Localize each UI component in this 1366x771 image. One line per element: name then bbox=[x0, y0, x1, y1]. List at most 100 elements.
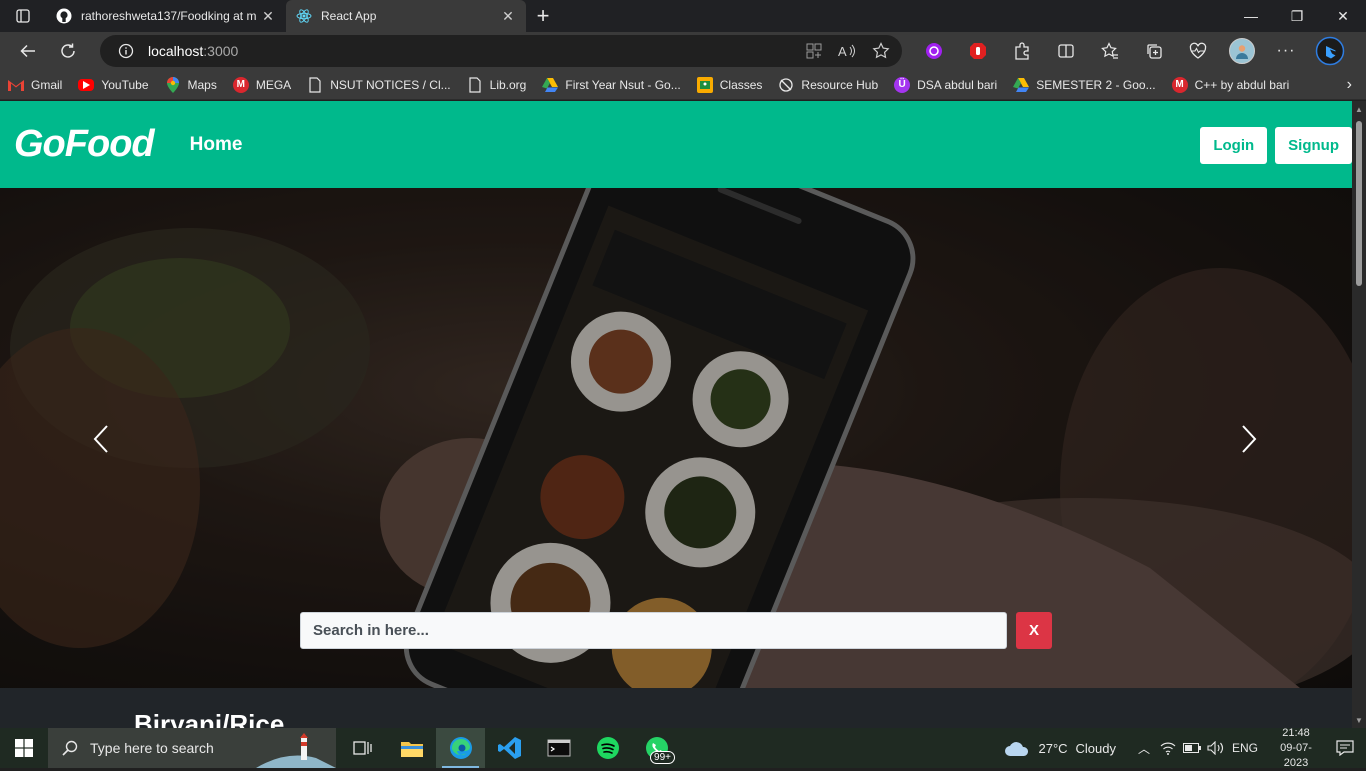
edge-icon bbox=[449, 737, 472, 759]
login-button[interactable]: Login bbox=[1200, 127, 1268, 164]
tab-github[interactable]: rathoreshweta137/Foodking at m ✕ bbox=[46, 0, 286, 32]
battery-icon[interactable] bbox=[1180, 743, 1204, 753]
tab-close-icon[interactable]: ✕ bbox=[260, 8, 276, 24]
bookmark-mega[interactable]: M MEGA bbox=[232, 76, 291, 93]
bookmark-label: Classes bbox=[719, 77, 763, 92]
brand-logo[interactable]: GoFood bbox=[14, 123, 155, 166]
bookmark-youtube[interactable]: YouTube bbox=[78, 78, 149, 92]
task-view-button[interactable] bbox=[338, 728, 387, 768]
profile-button[interactable] bbox=[1220, 34, 1264, 68]
bookmark-maps[interactable]: Maps bbox=[165, 76, 217, 93]
read-aloud-icon[interactable]: A bbox=[838, 43, 856, 59]
folder-icon bbox=[400, 742, 423, 757]
drive-icon bbox=[542, 77, 559, 93]
volume-icon[interactable] bbox=[1204, 741, 1228, 755]
puzzle-icon bbox=[1015, 42, 1029, 60]
search-input[interactable] bbox=[300, 612, 1007, 649]
browser-toolbar: localhost:3000 A ··· bbox=[0, 32, 1366, 70]
language-indicator[interactable]: ENG bbox=[1228, 741, 1262, 755]
bookmark-nsut-notices[interactable]: NSUT NOTICES / Cl... bbox=[307, 76, 451, 93]
back-button[interactable] bbox=[8, 34, 48, 68]
terminal-button[interactable] bbox=[534, 728, 583, 768]
tab-close-icon[interactable]: ✕ bbox=[500, 8, 516, 24]
bookmark-label: Resource Hub bbox=[801, 77, 879, 92]
file-explorer-button[interactable] bbox=[387, 728, 436, 768]
resource-hub-icon bbox=[778, 77, 794, 93]
taskbar-search-placeholder: Type here to search bbox=[90, 740, 214, 756]
spotify-button[interactable] bbox=[583, 728, 632, 768]
bing-chat-button[interactable] bbox=[1308, 34, 1352, 68]
bookmark-label: Maps bbox=[187, 77, 217, 92]
scrollbar-thumb[interactable] bbox=[1356, 121, 1362, 286]
bookmark-first-year[interactable]: First Year Nsut - Go... bbox=[542, 77, 681, 93]
weather-widget[interactable]: 27°C Cloudy bbox=[1004, 739, 1116, 757]
reload-button[interactable] bbox=[48, 34, 88, 68]
taskbar-clock[interactable]: 21:48 09-07-2023 bbox=[1268, 726, 1324, 771]
wifi-icon[interactable] bbox=[1156, 741, 1180, 755]
page-scrollbar[interactable]: ▲ ▼ bbox=[1352, 101, 1366, 728]
app-navbar: GoFood Home Login Signup bbox=[0, 101, 1352, 188]
bookmark-dsa-abdul-bari[interactable]: Ü DSA abdul bari bbox=[894, 76, 998, 93]
bookmark-lib-org[interactable]: Lib.org bbox=[467, 76, 526, 93]
window-controls: — ❐ ✕ bbox=[1228, 0, 1366, 32]
app-available-icon[interactable] bbox=[806, 43, 822, 59]
favorite-star-icon[interactable] bbox=[872, 42, 890, 60]
scroll-up-arrow-icon[interactable]: ▲ bbox=[1355, 105, 1363, 114]
bookmarks-bar: Gmail YouTube Maps M MEGA NSUT NOTICES / … bbox=[0, 70, 1366, 100]
taskbar-search-box[interactable]: Type here to search bbox=[48, 728, 336, 768]
nav-home-link[interactable]: Home bbox=[190, 134, 243, 156]
user-icon bbox=[1236, 45, 1248, 59]
bookmark-label: DSA abdul bari bbox=[917, 77, 998, 92]
system-tray: 27°C Cloudy ︿ ENG 21:48 09-07-2023 bbox=[1004, 726, 1366, 771]
bookmark-classes[interactable]: Classes bbox=[696, 76, 763, 93]
bookmark-label: SEMESTER 2 - Goo... bbox=[1036, 77, 1156, 92]
maps-icon bbox=[165, 76, 181, 93]
split-screen-button[interactable] bbox=[1044, 34, 1088, 68]
mega-icon: M bbox=[1171, 76, 1188, 93]
udemy-icon: Ü bbox=[894, 76, 911, 93]
info-icon[interactable] bbox=[118, 43, 134, 59]
carousel-prev-button[interactable] bbox=[92, 424, 110, 459]
clear-search-button[interactable]: X bbox=[1016, 612, 1052, 649]
task-view-icon bbox=[352, 741, 372, 755]
edge-taskbar-button[interactable] bbox=[436, 728, 485, 768]
carousel-next-button[interactable] bbox=[1240, 424, 1258, 459]
notification-center-button[interactable] bbox=[1324, 740, 1366, 756]
back-arrow-icon bbox=[20, 44, 35, 58]
bookmarks-overflow-chevron-icon[interactable]: › bbox=[1347, 76, 1352, 94]
gmail-icon bbox=[8, 77, 24, 93]
extension-purple-icon bbox=[926, 43, 942, 59]
extension-purple-button[interactable] bbox=[912, 34, 956, 68]
taskbar-apps: 99+ bbox=[338, 728, 681, 768]
weather-condition: Cloudy bbox=[1075, 740, 1116, 756]
bookmark-resource-hub[interactable]: Resource Hub bbox=[778, 77, 878, 93]
window-close-button[interactable]: ✕ bbox=[1320, 0, 1366, 32]
collections-button[interactable] bbox=[1132, 34, 1176, 68]
bookmark-gmail[interactable]: Gmail bbox=[8, 77, 62, 93]
show-hidden-icons-chevron-up-icon[interactable]: ︿ bbox=[1132, 740, 1156, 757]
tab-react-app[interactable]: React App ✕ bbox=[286, 0, 526, 32]
browser-essentials-button[interactable] bbox=[1176, 34, 1220, 68]
start-button[interactable] bbox=[0, 728, 48, 768]
svg-text:A: A bbox=[838, 44, 847, 59]
search-bar: X bbox=[300, 612, 1052, 649]
vscode-icon bbox=[497, 737, 521, 759]
settings-more-button[interactable]: ··· bbox=[1264, 34, 1308, 68]
vscode-button[interactable] bbox=[485, 728, 534, 768]
new-tab-button[interactable]: + bbox=[526, 0, 560, 32]
tab-actions-button[interactable] bbox=[0, 0, 46, 32]
auth-buttons: Login Signup bbox=[1200, 127, 1352, 164]
extensions-button[interactable] bbox=[1000, 34, 1044, 68]
whatsapp-button[interactable]: 99+ bbox=[632, 728, 681, 768]
address-bar-actions: A bbox=[806, 35, 890, 67]
signup-button[interactable]: Signup bbox=[1275, 127, 1352, 164]
extension-adblock-button[interactable] bbox=[956, 34, 1000, 68]
restore-button[interactable]: ❐ bbox=[1274, 0, 1320, 32]
classroom-icon bbox=[696, 76, 713, 93]
bookmark-semester-2[interactable]: SEMESTER 2 - Goo... bbox=[1013, 77, 1156, 93]
bookmark-cpp-abdul-bari[interactable]: M C++ by abdul bari bbox=[1171, 76, 1289, 93]
address-bar[interactable]: localhost:3000 A bbox=[100, 35, 902, 67]
favorites-button[interactable] bbox=[1088, 34, 1132, 68]
scroll-down-arrow-icon[interactable]: ▼ bbox=[1355, 716, 1363, 725]
minimize-button[interactable]: — bbox=[1228, 0, 1274, 32]
